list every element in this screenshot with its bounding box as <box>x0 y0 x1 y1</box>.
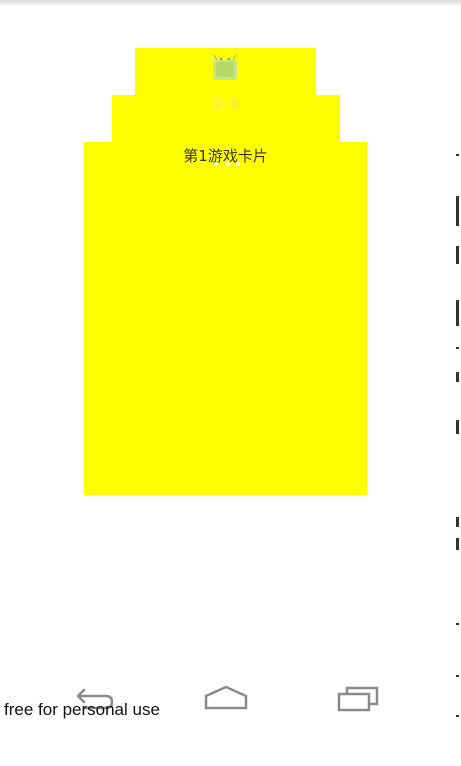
game-card-front[interactable] <box>84 142 367 495</box>
recent-apps-icon[interactable] <box>335 684 381 714</box>
card-mid-text: ⓥ ⓧ <box>211 98 241 111</box>
android-icon <box>213 54 237 80</box>
watermark-text: free for personal use <box>4 700 160 719</box>
home-icon[interactable] <box>202 684 250 714</box>
scrollbar-marks <box>456 140 461 760</box>
card-indicator-dots <box>214 162 240 166</box>
app-screen: ⓥ ⓧ 第1游戏卡片 free for personal use <box>0 0 461 766</box>
status-bar-edge <box>0 0 461 5</box>
